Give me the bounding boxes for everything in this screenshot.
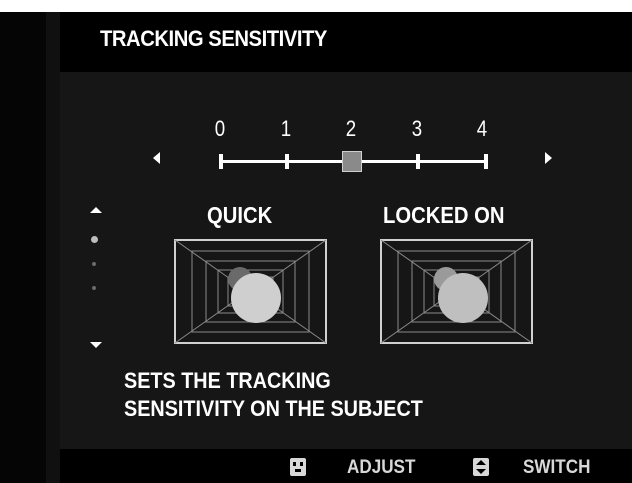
description-text: SETS THE TRACKING SENSITIVITY ON THE SUB…: [124, 367, 423, 423]
triangle-left-icon[interactable]: [153, 152, 160, 164]
quick-label: QUICK: [207, 202, 273, 228]
switch-label: SWITCH: [523, 457, 591, 478]
slider-tick: [219, 154, 223, 169]
tick-label-4: 4: [476, 116, 488, 141]
header-bar: TRACKING SENSITIVITY: [60, 12, 632, 72]
slider-tick: [484, 154, 488, 169]
locked-on-preview-icon: [380, 239, 533, 344]
up-down-arrows-icon: [473, 458, 489, 476]
dpad-icon: [290, 458, 306, 476]
triangle-right-icon[interactable]: [545, 152, 552, 164]
scroll-up-icon[interactable]: [90, 207, 102, 213]
description-line-1: SETS THE TRACKING: [124, 368, 331, 393]
page-title: TRACKING SENSITIVITY: [100, 26, 327, 51]
page-dot: [92, 262, 96, 266]
tick-label-1: 1: [280, 116, 292, 141]
tick-label-2: 2: [345, 116, 357, 141]
tick-label-3: 3: [411, 116, 423, 141]
quick-preview-icon: [174, 239, 327, 344]
adjust-label: ADJUST: [347, 457, 416, 478]
scroll-down-icon[interactable]: [90, 342, 102, 348]
left-border: [0, 12, 46, 483]
locked-on-label: LOCKED ON: [383, 202, 505, 228]
slider-tick: [285, 154, 289, 169]
page-dot-active: [91, 236, 98, 243]
left-divider: [46, 12, 60, 483]
tick-label-0: 0: [214, 116, 226, 141]
description-line-2: SENSITIVITY ON THE SUBJECT: [124, 396, 423, 421]
page-dot: [92, 286, 96, 290]
slider-tick: [416, 154, 420, 169]
footer-bar: ADJUST SWITCH: [60, 449, 632, 483]
slider-marker[interactable]: [342, 151, 362, 172]
camera-menu-screen: TRACKING SENSITIVITY 0 1 2 3 4 QUICK LOC…: [0, 12, 632, 483]
